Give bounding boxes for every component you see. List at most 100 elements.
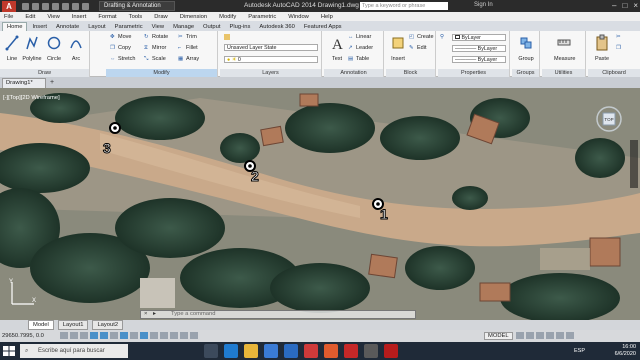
- open-icon[interactable]: [32, 2, 39, 10]
- menu-tools[interactable]: Tools: [129, 14, 143, 20]
- layer-state-dropdown[interactable]: Unsaved Layer State: [224, 44, 318, 51]
- edit-block-tool[interactable]: ✎ Edit: [409, 45, 426, 51]
- group-tool[interactable]: Group: [516, 34, 536, 62]
- command-close-icon[interactable]: ×: [144, 311, 147, 318]
- command-line-input[interactable]: × ▸ Type a command: [140, 310, 416, 319]
- save-icon[interactable]: [42, 2, 49, 10]
- navigation-bar[interactable]: [630, 140, 638, 188]
- annotation-panel-label[interactable]: Annotation: [324, 69, 383, 77]
- utilities-panel-label[interactable]: Utilities: [542, 69, 585, 77]
- close-icon[interactable]: ×: [633, 1, 638, 10]
- autocad-logo[interactable]: A: [2, 0, 16, 12]
- tab-manage[interactable]: Manage: [169, 23, 198, 31]
- menu-draw[interactable]: Draw: [154, 14, 168, 20]
- menu-view[interactable]: View: [47, 14, 59, 20]
- store-icon[interactable]: [264, 344, 278, 358]
- draw-panel-label[interactable]: Draw: [0, 69, 89, 77]
- menu-dimension[interactable]: Dimension: [180, 14, 207, 20]
- table-tool[interactable]: ▤ Table: [348, 56, 369, 62]
- snap-icon[interactable]: [60, 332, 68, 339]
- dyn-icon[interactable]: [140, 332, 148, 339]
- new-tab-icon[interactable]: +: [50, 79, 54, 86]
- modify-panel-label[interactable]: Modify: [106, 69, 217, 77]
- am-icon[interactable]: [190, 332, 198, 339]
- linear-dim-tool[interactable]: ↔ Linear: [348, 34, 371, 40]
- save-as-icon[interactable]: [52, 2, 59, 10]
- system-clock[interactable]: 16:00 6/6/2020: [615, 344, 636, 358]
- tab-featured-apps[interactable]: Featured Apps: [300, 23, 346, 31]
- file-tab-drawing1[interactable]: Drawing1*: [2, 78, 46, 88]
- tab-model[interactable]: Model: [28, 320, 54, 330]
- print-icon[interactable]: [62, 2, 69, 10]
- groups-panel-label[interactable]: Groups: [512, 69, 539, 77]
- new-icon[interactable]: [22, 2, 29, 10]
- model-space-button[interactable]: MODEL: [484, 332, 513, 340]
- windows-start-icon[interactable]: [2, 345, 16, 357]
- workspace-dropdown[interactable]: Drafting & Annotation: [99, 1, 175, 11]
- coordinates-readout[interactable]: 29650.7995, 0.0: [2, 333, 44, 339]
- tab-parametric[interactable]: Parametric: [111, 23, 147, 31]
- help-search-input[interactable]: Type a keyword or phrase: [360, 2, 448, 10]
- lwt-icon[interactable]: [150, 332, 158, 339]
- copy-tool[interactable]: ❐ Copy: [110, 45, 131, 51]
- lock-icon[interactable]: [536, 332, 544, 339]
- viewcube[interactable]: TOP: [596, 106, 622, 132]
- trim-tool[interactable]: ✂ Trim: [178, 34, 197, 40]
- tab-layout1[interactable]: Layout1: [57, 320, 89, 330]
- app-icon-dark[interactable]: [364, 344, 378, 358]
- menu-parametric[interactable]: Parametric: [248, 14, 276, 20]
- tab-plugins[interactable]: Plug-ins: [225, 23, 254, 31]
- edge-browser-icon[interactable]: [224, 344, 238, 358]
- copy-clip-button[interactable]: ❐: [616, 45, 622, 51]
- mirror-tool[interactable]: ⧖ Mirror: [144, 45, 166, 51]
- array-tool[interactable]: ▦ Array: [178, 56, 199, 62]
- menu-format[interactable]: Format: [98, 14, 116, 20]
- create-block-tool[interactable]: ◰ Create: [409, 34, 434, 40]
- tab-annotate[interactable]: Annotate: [52, 23, 83, 31]
- marker-3[interactable]: [109, 122, 121, 134]
- scale-tool[interactable]: ⤡ Scale: [144, 56, 166, 62]
- match-properties-button[interactable]: ⚲: [440, 34, 446, 40]
- arc-tool[interactable]: Arc: [66, 34, 86, 62]
- layers-panel-label[interactable]: Layers: [220, 69, 321, 77]
- chrome-icon[interactable]: [324, 344, 338, 358]
- otrack-icon[interactable]: [120, 332, 128, 339]
- circle-tool[interactable]: Circle: [44, 34, 64, 62]
- isolate-icon[interactable]: [556, 332, 564, 339]
- clipboard-panel-label[interactable]: Clipboard: [588, 69, 640, 77]
- tab-output[interactable]: Output: [199, 23, 224, 31]
- minimize-icon[interactable]: –: [612, 1, 616, 10]
- current-layer-dropdown[interactable]: ● ☀ 0: [224, 56, 318, 63]
- workspace-switch-icon[interactable]: [526, 332, 534, 339]
- mail-icon[interactable]: [284, 344, 298, 358]
- clean-screen-icon[interactable]: [566, 332, 574, 339]
- move-tool[interactable]: ✥ Move: [110, 34, 131, 40]
- stretch-tool[interactable]: ⇔ Stretch: [110, 56, 135, 62]
- tab-view[interactable]: View: [148, 23, 168, 31]
- sc-icon[interactable]: [180, 332, 188, 339]
- app-icon-red[interactable]: [344, 344, 358, 358]
- measure-tool[interactable]: Measure: [554, 34, 575, 62]
- properties-panel-label[interactable]: Properties: [438, 69, 509, 77]
- media-icon[interactable]: [304, 344, 318, 358]
- tab-autodesk-360[interactable]: Autodesk 360: [255, 23, 298, 31]
- fillet-tool[interactable]: ⌐ Fillet: [178, 45, 198, 51]
- 3d-osnap-icon[interactable]: [110, 332, 118, 339]
- text-tool[interactable]: A Text: [327, 34, 347, 62]
- menu-help[interactable]: Help: [321, 14, 333, 20]
- leader-tool[interactable]: ↗ Leader: [348, 45, 373, 51]
- menu-window[interactable]: Window: [288, 14, 309, 20]
- sign-in-button[interactable]: Sign In: [474, 2, 493, 8]
- insert-block-tool[interactable]: Insert: [388, 34, 408, 62]
- tab-layout[interactable]: Layout: [84, 23, 109, 31]
- polar-icon[interactable]: [90, 332, 98, 339]
- layer-properties-button[interactable]: [224, 34, 230, 40]
- paste-tool[interactable]: Paste: [592, 34, 612, 62]
- menu-modify[interactable]: Modify: [219, 14, 236, 20]
- block-panel-label[interactable]: Block: [386, 69, 435, 77]
- undo-icon[interactable]: [72, 2, 79, 10]
- color-dropdown[interactable]: ByLayer: [452, 34, 506, 41]
- ortho-icon[interactable]: [80, 332, 88, 339]
- tab-home[interactable]: Home: [2, 22, 28, 31]
- qp-icon[interactable]: [170, 332, 178, 339]
